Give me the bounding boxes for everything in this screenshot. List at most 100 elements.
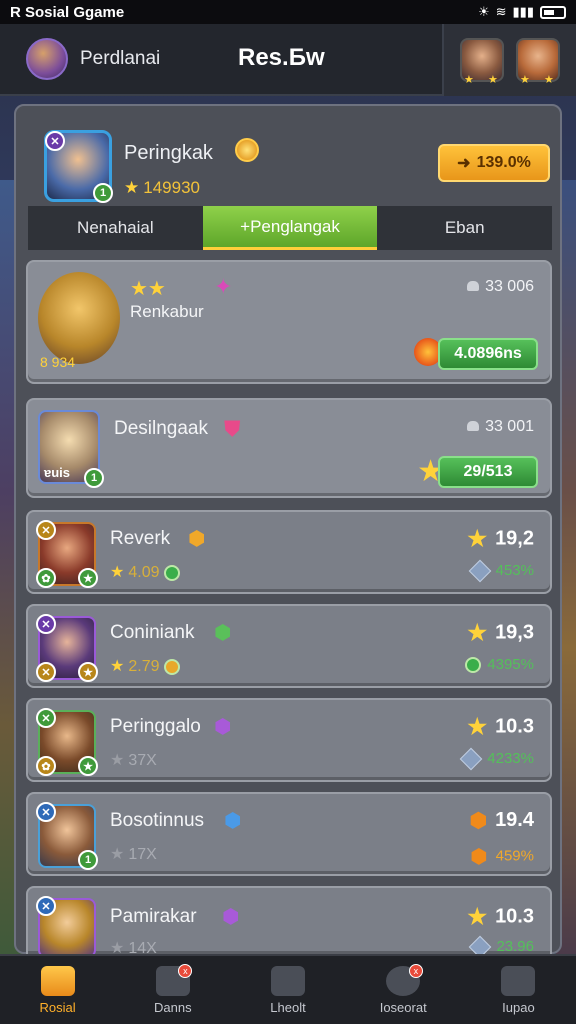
row-score-value: 19.4: [495, 808, 534, 831]
row-percent-value: 4233%: [487, 750, 534, 767]
class-badge-icon: ✿: [36, 568, 56, 588]
medal-icon: ⬢: [188, 528, 206, 550]
star-icon: ★: [488, 74, 498, 86]
row-name: Renkabur: [130, 302, 204, 321]
nav-label: Ioseorat: [379, 999, 427, 1015]
row-score: ★ 19,3: [467, 620, 534, 646]
leaderboard-row[interactable]: ✕ ✕ ★ Coniniank ⬢ ★ 2.79 ★ 19,3 4395%: [26, 604, 552, 688]
my-name: Peringkak: [124, 142, 213, 164]
nav-label: Danns: [154, 999, 192, 1015]
row-name: Bosotinnus: [110, 810, 205, 831]
tab-eban[interactable]: Eban: [377, 206, 552, 250]
player-avatar[interactable]: [26, 38, 68, 80]
row-score: ★ 10.3: [467, 904, 534, 930]
row-score: ★ 19,2: [467, 526, 534, 552]
notification-badge: x: [408, 964, 423, 978]
nav-iupao[interactable]: Iupao: [461, 956, 576, 1024]
leaderboard-row[interactable]: 1 ɐuis Desilngaak ⛊ 33 001 ★ 29/513: [26, 398, 552, 498]
medal-icon: ⬢: [214, 622, 232, 644]
star-icon: ★: [110, 658, 125, 675]
gem-icon: ⬢: [470, 846, 488, 868]
top-header: Perdlanai Res.Бw ★ ★ ★ ★: [0, 24, 576, 96]
star-icon: ★: [110, 752, 125, 769]
leaderboard-tabs: Nenahaial +Penglangak Eban: [28, 206, 552, 250]
row-percent: 4233%: [459, 747, 534, 771]
row-percent-value: 459%: [495, 847, 534, 865]
row-pill[interactable]: 29/513: [438, 456, 538, 488]
nav-rosial[interactable]: Rosial: [0, 956, 115, 1024]
row-avatar: ✕ 1: [36, 802, 98, 870]
my-score: ★ 149930: [124, 178, 200, 198]
row-score-value: 10.3: [495, 905, 534, 928]
tab-penglangak[interactable]: +Penglangak: [202, 206, 378, 250]
status-bar: R Sosial Ggame ☀ ≋ ▮▮▮: [0, 0, 576, 24]
row-sub-value: 2.79: [128, 658, 160, 675]
my-rank-pill[interactable]: ➜ 139.0%: [438, 144, 550, 182]
row-sub: ★ 37X: [110, 750, 157, 770]
row-sub: ★ 17X: [110, 844, 157, 864]
notification-badge: x: [178, 964, 193, 978]
home-icon: [40, 965, 75, 996]
gem-icon: ✦: [214, 274, 233, 299]
house-icon: [271, 965, 305, 996]
class-badge-icon: ✕: [45, 131, 65, 151]
rank-medal-icon: [235, 138, 259, 162]
row-avatar: ✕ ✕ ★: [36, 614, 98, 682]
leaderboard-row[interactable]: ✕ 1 Bosotinnus ⬢ ★ 17X ⬢ 19.4 ⬢ 459%: [26, 792, 552, 876]
level-badge-icon: 1: [84, 468, 104, 488]
row-name: Desilngaak: [114, 418, 208, 439]
row-sub-value: 4.09: [128, 564, 160, 581]
leaderboard-row[interactable]: ✕ ✿ ★ Peringgalo ⬢ ★ 37X ★ 10.3 4233%: [26, 698, 552, 782]
nav-danns[interactable]: x Danns: [115, 956, 230, 1024]
stars-icon: ★★: [130, 278, 166, 300]
row-pill[interactable]: 4.0896ns: [438, 338, 538, 370]
row-score-value: 19,2: [495, 527, 534, 550]
row-avatar: ✕: [36, 896, 96, 958]
nav-lheolt[interactable]: Lheolt: [230, 956, 345, 1024]
shield-icon: ⬢: [224, 810, 242, 832]
status-bar-title: R Sosial Ggame: [10, 3, 125, 21]
row-silver: 33 006: [467, 278, 534, 296]
row-level-text: ɐuis: [44, 465, 71, 480]
level-badge-icon: ★: [78, 568, 98, 588]
cube-icon: [459, 747, 483, 771]
star-icon: ★: [110, 564, 125, 581]
coin-icon: [465, 657, 482, 674]
leaderboard-row[interactable]: ★★ ✦ Renkabur 8 934 33 006 4.0896ns: [26, 260, 552, 384]
friends-area: ★ ★ ★ ★: [442, 24, 576, 96]
row-avatar: [38, 272, 120, 364]
leaderboard-row[interactable]: ✕ ✿ ★ Reverk ⬢ ★ 4.09 ★ 19,2 453%: [26, 510, 552, 594]
page-title: Res.Бw: [238, 44, 325, 71]
map-icon: [501, 965, 536, 996]
nav-label: Iupao: [502, 999, 535, 1015]
row-percent-value: 4395%: [487, 656, 534, 673]
friend-avatar[interactable]: ★ ★: [516, 38, 560, 86]
wifi-icon: ≋: [495, 4, 507, 19]
row-score: ⬢ 19.4: [470, 808, 534, 833]
coin-icon: [467, 421, 480, 431]
star-icon: ★: [464, 74, 474, 86]
nav-ioseorat[interactable]: x Ioseorat: [346, 956, 461, 1024]
star-icon: ★: [467, 526, 488, 551]
class-badge-icon: ✕: [36, 708, 56, 728]
battery-icon: [540, 5, 566, 19]
row-percent-value: 453%: [495, 562, 534, 579]
row-percent: 453%: [468, 559, 534, 583]
gem-icon: ⬢: [469, 810, 488, 832]
row-sub: ★ 4.09: [110, 562, 186, 582]
coin-icon: [163, 658, 180, 675]
player-name: Perdlanai: [80, 48, 161, 69]
tab-nenahaial[interactable]: Nenahaial: [28, 206, 203, 250]
class-badge-icon: ✕: [36, 802, 56, 822]
star-icon: ★: [110, 846, 125, 863]
level-badge-icon: 1: [93, 183, 113, 203]
status-icons: ☀ ≋ ▮▮▮: [478, 4, 566, 20]
friend-avatar[interactable]: ★ ★: [460, 38, 504, 86]
leaderboard-row[interactable]: ✕ Pamirakar ⬢ ★ 14X ★ 10.3 23.96: [26, 886, 552, 959]
my-avatar[interactable]: ✕ 1: [44, 130, 113, 203]
row-score-value: 10.3: [495, 715, 534, 738]
star-icon: ★: [467, 904, 488, 929]
row-score: ★ 10.3: [467, 714, 534, 740]
row-silver-value: 33 001: [485, 418, 534, 435]
row-name: Coniniank: [110, 622, 195, 643]
